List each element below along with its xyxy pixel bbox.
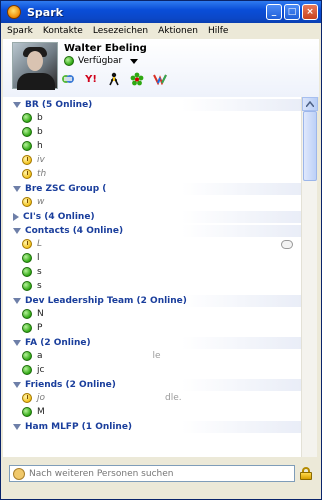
msn-transport-icon[interactable] [61,72,75,86]
contact-item[interactable]: s [3,279,301,293]
available-status-icon [22,365,32,375]
group-header-friends[interactable]: Friends (2 Online) [3,379,301,391]
group-header-fa[interactable]: FA (2 Online) [3,337,301,349]
aim-transport-icon[interactable] [107,72,121,86]
expanded-triangle-icon [13,298,21,304]
available-status-icon [22,127,32,137]
available-status-icon [22,267,32,277]
title-bar[interactable]: Spark _ □ × [1,1,321,23]
close-button[interactable]: × [302,4,318,20]
available-status-icon [22,281,32,291]
search-field[interactable] [9,465,295,482]
group-header-br[interactable]: BR (5 Online) [3,99,301,111]
group-header-cis[interactable]: CI's (4 Online) [3,211,301,223]
expanded-triangle-icon [13,186,21,192]
contact-item[interactable]: L [3,237,301,251]
menu-hilfe[interactable]: Hilfe [208,26,228,36]
idle-status-icon [22,169,32,179]
available-status-icon [64,56,74,66]
contact-item[interactable]: jo dle. [3,391,301,405]
available-status-icon [22,253,32,263]
expanded-triangle-icon [13,340,21,346]
search-input[interactable] [29,468,279,479]
expanded-triangle-icon [13,382,21,388]
avatar[interactable] [12,42,58,90]
available-status-icon [22,323,32,333]
transport-toolbar: Y! [61,72,167,86]
collapsed-triangle-icon [13,213,19,221]
profile-header: Walter Ebeling Verfügbar Y! [3,39,319,97]
idle-status-icon [22,197,32,207]
contact-item[interactable]: l [3,251,301,265]
menu-lesezeichen[interactable]: Lesezeichen [93,26,148,36]
status-message: dle. [165,393,182,403]
spark-logo-icon [7,5,21,19]
person-search-icon [13,467,25,480]
scroll-up-arrow-icon[interactable] [302,97,318,111]
available-status-icon [22,113,32,123]
contact-item[interactable]: th [3,167,301,181]
status-selector[interactable]: Verfügbar [64,56,139,66]
user-name: Walter Ebeling [64,43,147,54]
idle-status-icon [22,393,32,403]
contact-item[interactable]: h [3,139,301,153]
maximize-button[interactable]: □ [284,4,300,20]
status-label: Verfügbar [78,56,123,66]
contact-item[interactable]: b [3,111,301,125]
window-title: Spark [27,5,63,19]
expanded-triangle-icon [13,228,21,234]
contact-item[interactable]: iv [3,153,301,167]
contact-item[interactable]: s [3,265,301,279]
expanded-triangle-icon [13,102,21,108]
lock-icon[interactable] [300,467,312,480]
contact-item[interactable]: a le [3,349,301,363]
available-status-icon [22,309,32,319]
available-status-icon [22,141,32,151]
vertical-scrollbar[interactable] [301,97,318,457]
available-status-icon [22,407,32,417]
idle-status-icon [22,239,32,249]
gmail-transport-icon[interactable] [153,72,167,86]
expanded-triangle-icon [13,424,21,430]
status-message: le [152,351,161,361]
idle-status-icon [22,155,32,165]
scroll-thumb[interactable] [303,111,317,181]
minimize-button[interactable]: _ [266,4,282,20]
contact-item[interactable]: jc [3,363,301,377]
menu-spark[interactable]: Spark [7,26,33,36]
contact-item[interactable]: N [3,307,301,321]
group-header-ham-mlfp[interactable]: Ham MLFP (1 Online) [3,421,301,433]
spark-window: Spark _ □ × Spark Kontakte Lesezeichen A… [0,0,322,500]
contact-item[interactable]: M [3,405,301,419]
yahoo-transport-icon[interactable]: Y! [84,72,98,86]
menu-kontakte[interactable]: Kontakte [43,26,83,36]
menu-aktionen[interactable]: Aktionen [158,26,198,36]
chevron-down-icon [130,58,139,64]
icq-transport-icon[interactable] [130,72,144,86]
contact-item[interactable]: b [3,125,301,139]
contact-item[interactable]: P [3,321,301,335]
group-header-bre-zsc[interactable]: Bre ZSC Group ( [3,183,301,195]
group-header-contacts[interactable]: Contacts (4 Online) [3,225,301,237]
contact-item[interactable]: w [3,195,301,209]
footer [3,459,319,499]
group-header-dev-leadership[interactable]: Dev Leadership Team (2 Online) [3,295,301,307]
contact-list: BR (5 Online) b b h iv th Bre ZSC Group … [3,97,301,457]
menu-bar: Spark Kontakte Lesezeichen Aktionen Hilf… [1,23,321,39]
message-icon [281,239,293,249]
available-status-icon [22,351,32,361]
